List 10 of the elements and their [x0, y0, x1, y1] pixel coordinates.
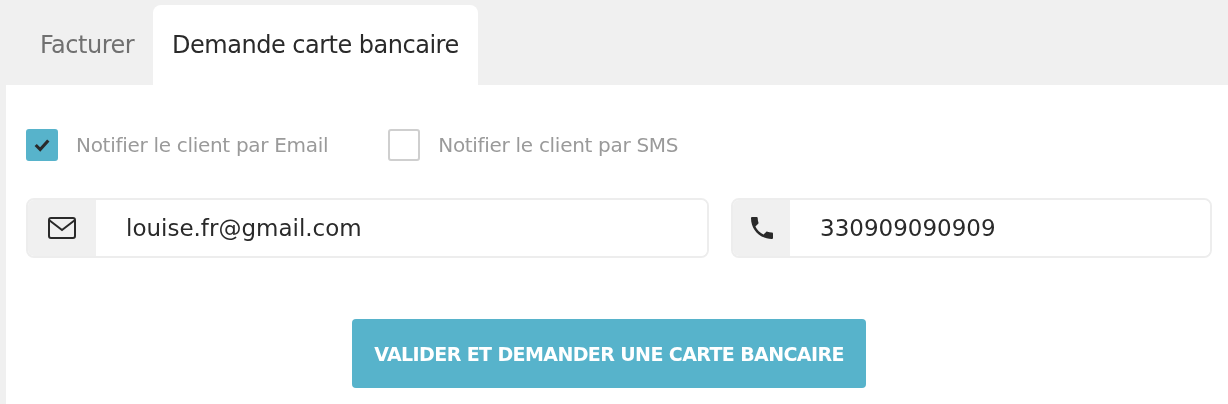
tab[interactable]: Demande carte bancaire — [153, 5, 478, 85]
checkbox-label: Notifier le client par SMS — [438, 133, 679, 157]
tab[interactable]: Facturer — [21, 5, 154, 85]
phone-icon — [750, 217, 773, 239]
checkbox-label: Notifier le client par Email — [76, 133, 329, 157]
checkbox[interactable] — [388, 129, 421, 161]
input-field[interactable]: 330909090909 — [731, 198, 1212, 258]
envelope-icon — [48, 217, 76, 239]
input-field[interactable]: louise.fr@gmail.com — [26, 198, 709, 258]
checkbox[interactable] — [26, 129, 58, 161]
